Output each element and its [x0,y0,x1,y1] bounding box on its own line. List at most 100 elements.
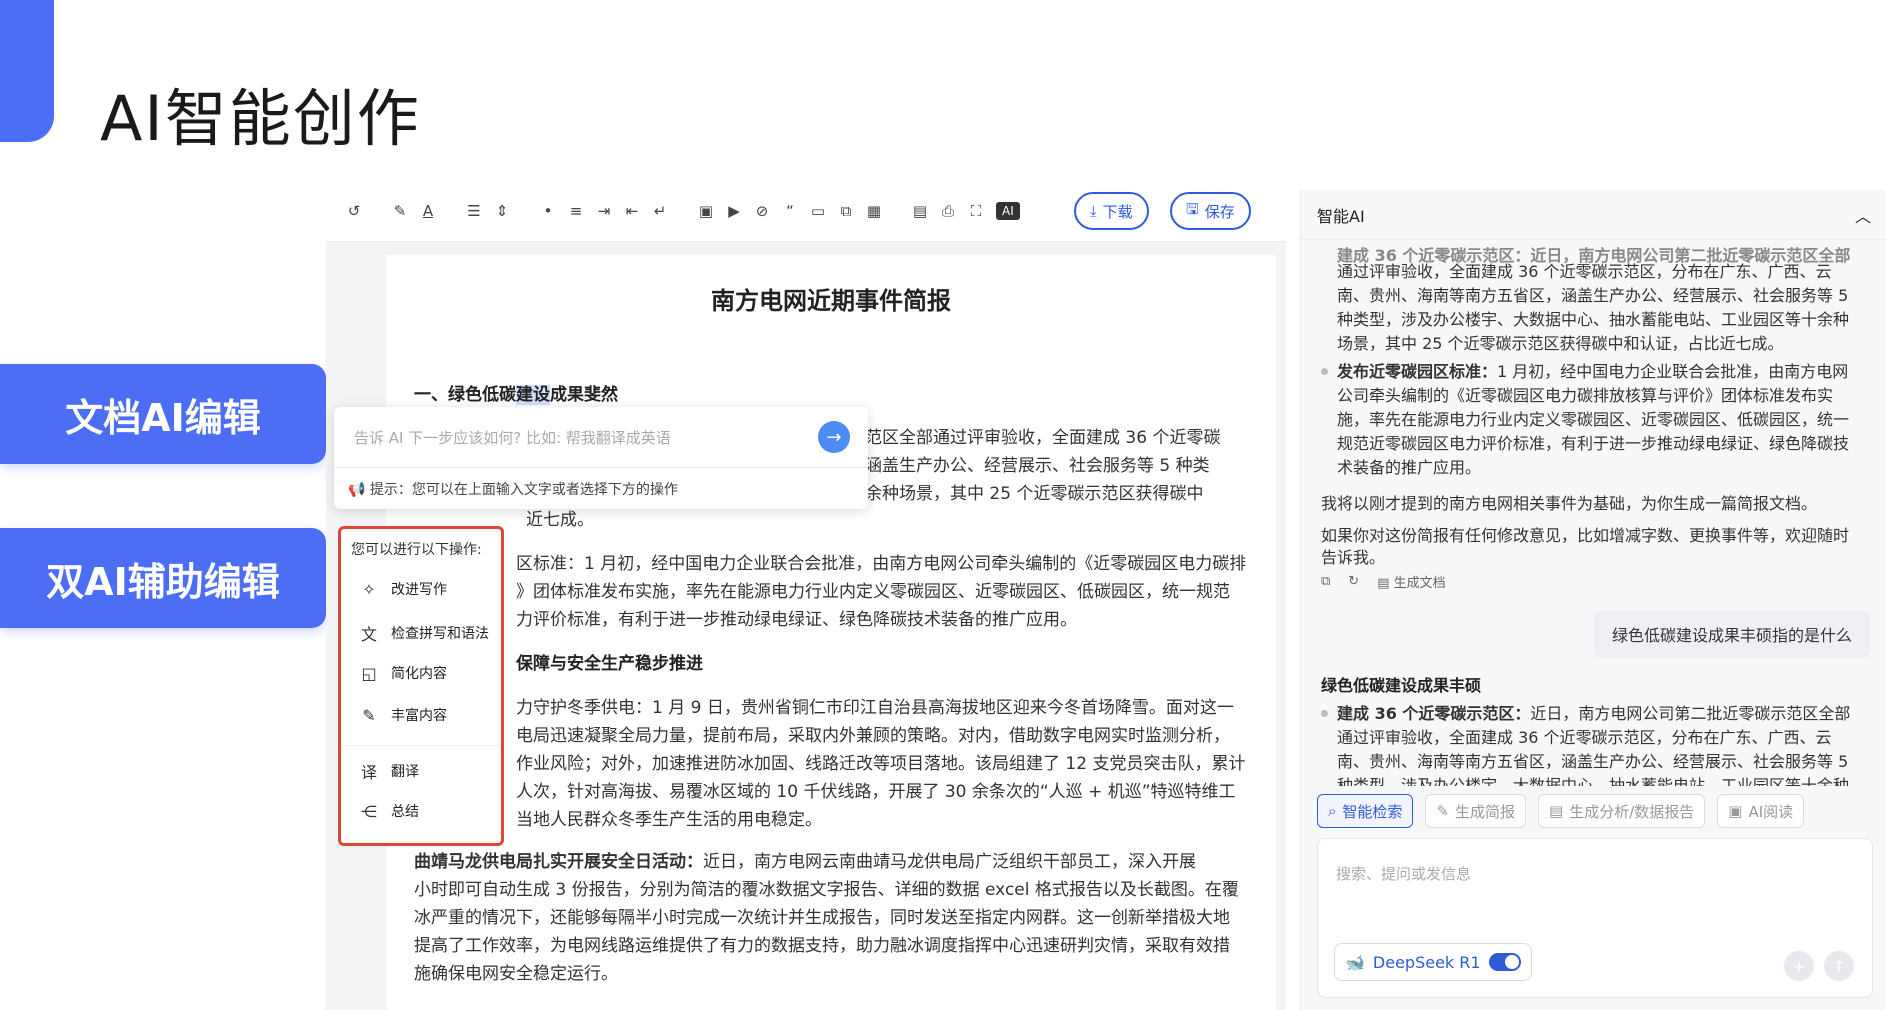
chat-input-box[interactable]: 搜索、提问或发信息 🐋 DeepSeek R1 + ↑ [1317,838,1873,998]
panel-line: 种类型，涉及办公楼宇、大数据中心、抽水蓄能电站、工业园区等十余种 [1337,776,1850,786]
table-icon[interactable]: ▦ [860,197,888,225]
chevron-up-icon[interactable]: ︿ [1855,203,1871,227]
tab-generate-brief[interactable]: ✎ 生成简报 [1425,794,1527,828]
assistant-message: 如果你对这份简报有任何修改意见，比如增减字数、更换事件等，欢迎随时 [1321,526,1850,545]
video-icon[interactable]: ▶ [720,197,748,225]
ai-menu-chip[interactable]: AI [996,201,1020,220]
panel-line: 通过评审验收，全面建成 36 个近零碳示范区，分布在广东、广西、云 [1337,728,1832,747]
simplify-option[interactable]: ◱ 简化内容 [359,663,447,683]
doc-line: 冰严重的情况下，还能够每隔半小时完成一次统计并生成报告，同时发送至指定内网群。这… [414,908,1230,928]
summarize-icon: ⋲ [361,801,377,821]
user-message: 绿色低碳建设成果丰硕指的是什么 [1593,610,1870,658]
highlight-pen-icon[interactable]: ✎ [386,197,414,225]
tab-generate-report[interactable]: ▤ 生成分析/数据报告 [1538,794,1706,828]
model-toggle[interactable] [1488,953,1521,971]
doc-line: 小时即可自动生成 3 份报告，分别为简洁的覆冰数据文字报告、详细的数据 exce… [414,880,1239,900]
doc-line: 》团体标准发布实施，率先在能源电力行业内定义零碳园区、近零碳园区、低碳园区，统一… [516,582,1230,602]
undo-icon[interactable]: ↺ [340,197,368,225]
ai-assistant-panel: 智能AI ︿ 建成 36 个近零碳示范区：近日，南方电网公司第二批近零碳示范区全… [1300,190,1886,1010]
doc-line: 电局迅速凝聚全局力量，提前布局，采取内外兼顾的策略。对内，借助数字电网实时监测分… [516,726,1230,746]
panel-line: 规范近零碳园区电力评价标准，有利于进一步推动绿电绿证、绿色降碳技 [1337,434,1850,453]
attachment-icon[interactable]: ⊘ [748,197,776,225]
spell-check-icon: 文 [360,625,377,644]
embed-icon[interactable]: ⧉ [832,197,860,225]
deepseek-logo-icon: 🐋 [1345,952,1365,972]
tab-smart-search[interactable]: ⌕ 智能检索 [1317,794,1414,828]
assistant-message: 告诉我。 [1321,548,1386,567]
enrich-option[interactable]: ✎ 丰富内容 [359,705,447,725]
wrap-icon[interactable]: ↵ [646,197,674,225]
accent-bar [0,0,54,142]
doc-line: 区标准：1 月初，经中国电力企业联合会批准，由南方电网公司牵头编制的《近零碳园区… [516,554,1247,574]
answer-heading: 绿色低碳建设成果丰硕 [1321,676,1482,695]
print-preview-icon[interactable]: ▤ [906,197,934,225]
improve-writing-option[interactable]: ✧ 改进写作 [359,579,447,599]
report-icon: ▤ [1549,802,1564,820]
panel-line: 场景，其中 25 个近零碳示范区获得碳中和认证，占比近七成。 [1337,334,1784,353]
search-icon: ⌕ [1328,802,1337,820]
doc-ai-edit-button[interactable]: 文档AI编辑 [0,364,326,464]
numbered-list-icon[interactable]: ≡ [562,197,590,225]
spell-check-option[interactable]: 文检查拼写和语法 [359,621,489,645]
ai-prompt-input[interactable]: 告诉 AI 下一步应该如何? 比如: 帮我翻译成英语 [354,427,794,448]
refresh-icon[interactable]: ↻ [1348,574,1359,589]
print-icon[interactable]: ⎙ [934,197,962,225]
doc-line: ，涵盖生产办公、经营展示、社会服务等 5 种类 [848,456,1210,476]
panel-line: 施，率先在能源电力行业内定义零碳园区、近零碳园区、低碳园区，统一 [1337,410,1850,429]
editor-toolbar: ↺ ✎ A ☰ ⇕ • ≡ ⇥ ⇤ ↵ ▣ ▶ ⊘ “ ▭ ⧉ ▦ ▤ ⎙ ⛶ … [326,180,1286,242]
tab-ai-reading[interactable]: ▣ AI阅读 [1717,794,1805,828]
panel-line: 南、贵州、海南等南方五省区，涵盖生产办公、经营展示、社会服务等 5 [1337,752,1849,771]
chat-input[interactable]: 搜索、提问或发信息 [1336,863,1471,884]
reader-icon: ▣ [1728,802,1743,820]
line-height-icon[interactable]: ⇕ [488,197,516,225]
code-block-icon[interactable]: ▭ [804,197,832,225]
doc-line: 力守护冬季供电：1 月 9 日，贵州省铜仁市印江自治县高海拔地区迎来今冬首场降雪… [516,698,1234,718]
document-page[interactable]: 南方电网近期事件简报 一、绿色低碳建设成果斐然 示范区全部通过评审验收，全面建成… [386,255,1276,1010]
copy-icon[interactable]: ⧉ [1321,574,1330,589]
generate-doc-button[interactable]: ▤ 生成文档 [1377,572,1445,591]
selected-text: 建设 [516,385,550,405]
model-selector[interactable]: 🐋 DeepSeek R1 [1334,943,1532,981]
download-button[interactable]: ⤓ 下载 [1074,192,1149,230]
outdent-icon[interactable]: ⇤ [618,197,646,225]
download-icon: ⤓ [1090,202,1097,220]
slide-title: AI智能创作 [100,82,421,155]
translate-option[interactable]: 译翻译 [359,759,419,783]
align-icon[interactable]: ☰ [460,197,488,225]
section-heading-2: 保障与安全生产稳步推进 [516,654,703,674]
divider [334,467,868,468]
enrich-icon: ✎ [362,705,376,725]
summarize-option[interactable]: ⋲ 总结 [359,801,419,821]
doc-line: 力评价标准，有利于进一步推动绿电绿证、绿色降碳技术装备的推广应用。 [516,610,1077,630]
doc-line: 当地人民群众冬季生产生活的用电稳定。 [516,810,822,830]
ai-prompt-popup: 告诉 AI 下一步应该如何? 比如: 帮我翻译成英语 → 📢 提示：您可以在上面… [334,407,868,509]
divider [341,745,501,746]
image-icon[interactable]: ▣ [692,197,720,225]
doc-line: 作业风险；对外，加速推进防冰加固、线路迁改等项目落地。该局组建了 12 支党员突… [516,754,1246,774]
save-button[interactable]: 🖫 保存 [1170,192,1251,230]
translate-icon: 译 [360,763,377,782]
fullscreen-icon[interactable]: ⛶ [962,197,990,225]
indent-icon[interactable]: ⇥ [590,197,618,225]
panel-header: 智能AI ︿ [1301,190,1886,240]
panel-line: 种类型，涉及办公楼宇、大数据中心、抽水蓄能电站、工业园区等十余种 [1337,310,1850,329]
add-icon[interactable]: + [1784,951,1814,981]
magic-wand-icon: ✧ [362,579,376,599]
simplify-icon: ◱ [361,663,377,683]
bullet [1321,710,1328,717]
quote-icon[interactable]: “ [776,197,804,225]
doc-line: 十余种场景，其中 25 个近零碳示范区获得碳中 [848,484,1204,504]
send-icon[interactable]: ↑ [1824,951,1854,981]
send-arrow-icon[interactable]: → [818,421,850,453]
document-title: 南方电网近期事件简报 [711,287,951,315]
font-color-icon[interactable]: A [414,197,442,225]
assistant-message: 我将以刚才提到的南方电网相关事件为基础，为你生成一篇简报文档。 [1321,494,1818,513]
panel-title: 智能AI [1317,206,1365,226]
bullet [1321,368,1328,375]
panel-line: 术装备的推广应用。 [1337,458,1482,477]
dual-ai-edit-button[interactable]: 双AI辅助编辑 [0,528,326,628]
message-actions: ⧉ ↻ ▤ 生成文档 [1321,572,1446,591]
doc-line: 施确保电网安全稳定运行。 [414,964,618,984]
doc-line: 示范区全部通过评审验收，全面建成 36 个近零碳 [848,428,1221,448]
bullet-list-icon[interactable]: • [534,197,562,225]
